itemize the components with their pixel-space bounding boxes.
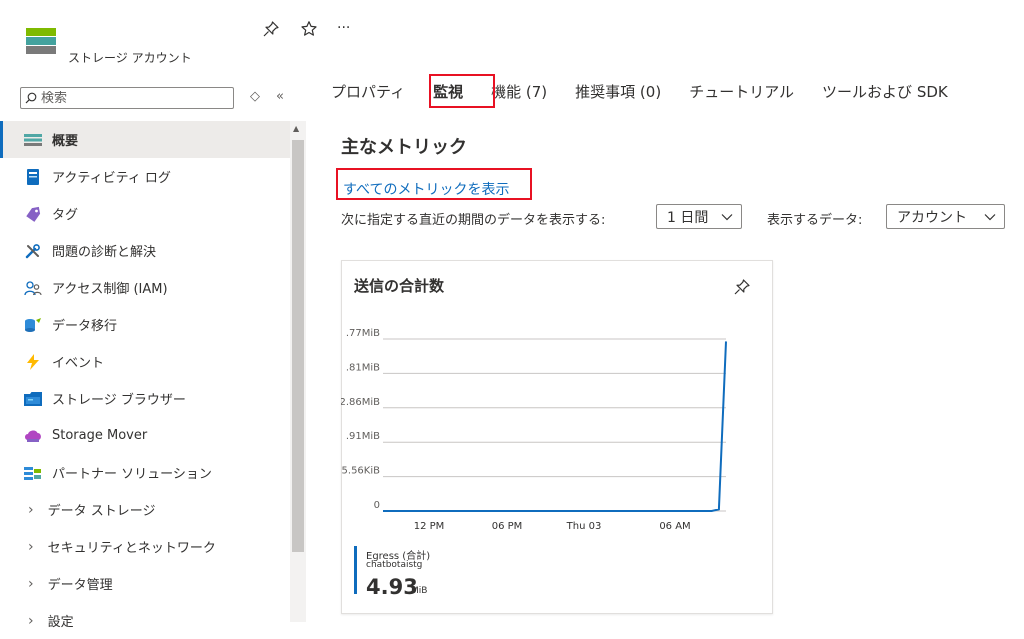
sidebar-item-activity-log[interactable]: アクティビティ ログ [0, 158, 290, 195]
sidebar-group-data-management[interactable]: › データ管理 [0, 565, 290, 602]
y-tick-label: 5.56KiB [342, 466, 381, 477]
x-tick-label: 12 PM [414, 521, 445, 532]
series-line-egress [383, 341, 727, 512]
sort-icon[interactable]: ◇ [250, 89, 260, 104]
data-scope-label: 表示するデータ: [767, 213, 863, 228]
more-options-icon[interactable]: ··· [337, 20, 350, 36]
x-tick-label: Thu 03 [566, 521, 602, 532]
data-scope-dropdown[interactable]: アカウント [886, 204, 1005, 229]
y-tick-label: .81MiB [346, 362, 380, 373]
y-tick-label: .77MiB [346, 328, 380, 339]
legend-resource-name: chatbotaistg [366, 560, 423, 570]
sidebar-item-label: データ管理 [47, 578, 113, 593]
sidebar-item-overview[interactable]: 概要 [0, 121, 290, 158]
chevron-down-icon [721, 213, 733, 220]
sidebar-item-label: 設定 [47, 615, 74, 630]
sidebar-item-storage-browser[interactable]: ストレージ ブラウザー [0, 380, 290, 417]
sidebar-item-iam[interactable]: アクセス制御 (IAM) [0, 269, 290, 306]
sidebar-group-data-storage[interactable]: › データ ストレージ [0, 491, 290, 528]
sidebar-item-label: イベント [52, 356, 105, 371]
sidebar-item-label: データ ストレージ [47, 504, 156, 519]
sidebar-item-label: データ移行 [52, 319, 118, 334]
chevron-right-icon: › [28, 501, 34, 518]
sidebar-controls: ◇ « [250, 89, 300, 104]
wrench-icon [24, 242, 42, 260]
section-title: 主なメトリック [341, 137, 467, 158]
period-value: 1 日間 [667, 209, 709, 226]
chart-title: 送信の合計数 [354, 277, 445, 295]
sidebar-group-settings[interactable]: › 設定 [0, 602, 290, 639]
sidebar-item-data-migration[interactable]: データ移行 [0, 306, 290, 343]
sidebar-item-label: 問題の診断と解決 [52, 245, 157, 260]
tab-bar: プロパティ 監視 機能 (7) 推奨事項 (0) チュートリアル ツールおよび … [331, 81, 976, 108]
pin-icon[interactable] [262, 20, 280, 38]
chevron-right-icon: › [28, 612, 34, 629]
sidebar-item-label: ストレージ ブラウザー [52, 393, 186, 408]
sidebar-item-partner-solutions[interactable]: パートナー ソリューション [0, 454, 290, 491]
tag-icon [24, 205, 42, 223]
sidebar-item-tags[interactable]: タグ [0, 195, 290, 232]
tab-properties[interactable]: プロパティ [331, 81, 405, 106]
legend-color-bar [354, 546, 357, 594]
data-scope-value: アカウント [897, 209, 967, 226]
y-tick-label: 2.86MiB [341, 397, 380, 408]
period-label: 次に指定する直近の期間のデータを表示する: [341, 213, 606, 228]
activity-log-icon [24, 168, 42, 186]
sidebar-item-label: アクティビティ ログ [52, 171, 171, 186]
sidebar-nav: 概要 アクティビティ ログ タグ 問題の診断と解決 アクセス制御 (IAM) デ… [0, 121, 290, 639]
sidebar-item-label: セキュリティとネットワーク [47, 541, 216, 556]
chevron-right-icon: › [28, 538, 34, 555]
scrollbar-thumb[interactable] [292, 140, 304, 552]
tab-tutorials[interactable]: チュートリアル [689, 81, 794, 106]
search-input[interactable] [41, 90, 221, 106]
partner-icon [24, 464, 42, 482]
data-migration-icon [24, 316, 42, 334]
scroll-up-icon[interactable]: ▲ [293, 124, 299, 133]
tab-recommendations[interactable]: 推奨事項 (0) [575, 81, 661, 106]
tab-tools-sdk[interactable]: ツールおよび SDK [822, 81, 948, 106]
search-icon [21, 92, 41, 104]
egress-line-chart: 0 5.56KiB .91MiB 2.86MiB .81MiB .77MiB 12 PM 06… [341, 328, 727, 532]
sidebar-item-storage-mover[interactable]: Storage Mover [0, 417, 290, 454]
chevron-down-icon [984, 213, 996, 220]
sidebar-item-label: パートナー ソリューション [52, 467, 212, 482]
x-tick-label: 06 PM [492, 521, 523, 532]
storage-browser-icon [24, 390, 42, 408]
period-dropdown[interactable]: 1 日間 [656, 204, 742, 229]
overview-icon [24, 131, 42, 149]
pin-icon[interactable] [733, 278, 751, 296]
lightning-icon [24, 353, 42, 371]
sidebar-group-security-networking[interactable]: › セキュリティとネットワーク [0, 528, 290, 565]
storage-mover-icon [24, 427, 42, 445]
tab-highlight-box [429, 74, 495, 108]
people-icon [24, 279, 42, 297]
collapse-sidebar-icon[interactable]: « [276, 89, 284, 104]
x-tick-label: 06 AM [659, 521, 690, 532]
sidebar-item-events[interactable]: イベント [0, 343, 290, 380]
sidebar-item-label: アクセス制御 (IAM) [52, 282, 168, 297]
sidebar-search[interactable] [20, 87, 234, 109]
y-tick-label: .91MiB [346, 431, 380, 442]
chevron-right-icon: › [28, 575, 34, 592]
sidebar-item-label: 概要 [52, 134, 79, 149]
sidebar-item-diagnose[interactable]: 問題の診断と解決 [0, 232, 290, 269]
y-tick-label: 0 [374, 500, 380, 511]
link-highlight-box [336, 168, 532, 200]
storage-account-icon [26, 28, 56, 54]
resource-type-label: ストレージ アカウント [68, 51, 192, 65]
favorite-star-icon[interactable] [300, 20, 318, 38]
legend-total-unit: MiB [411, 586, 428, 596]
sidebar-item-label: タグ [52, 208, 79, 223]
sidebar-item-label: Storage Mover [52, 428, 148, 443]
tab-capabilities[interactable]: 機能 (7) [491, 81, 547, 106]
